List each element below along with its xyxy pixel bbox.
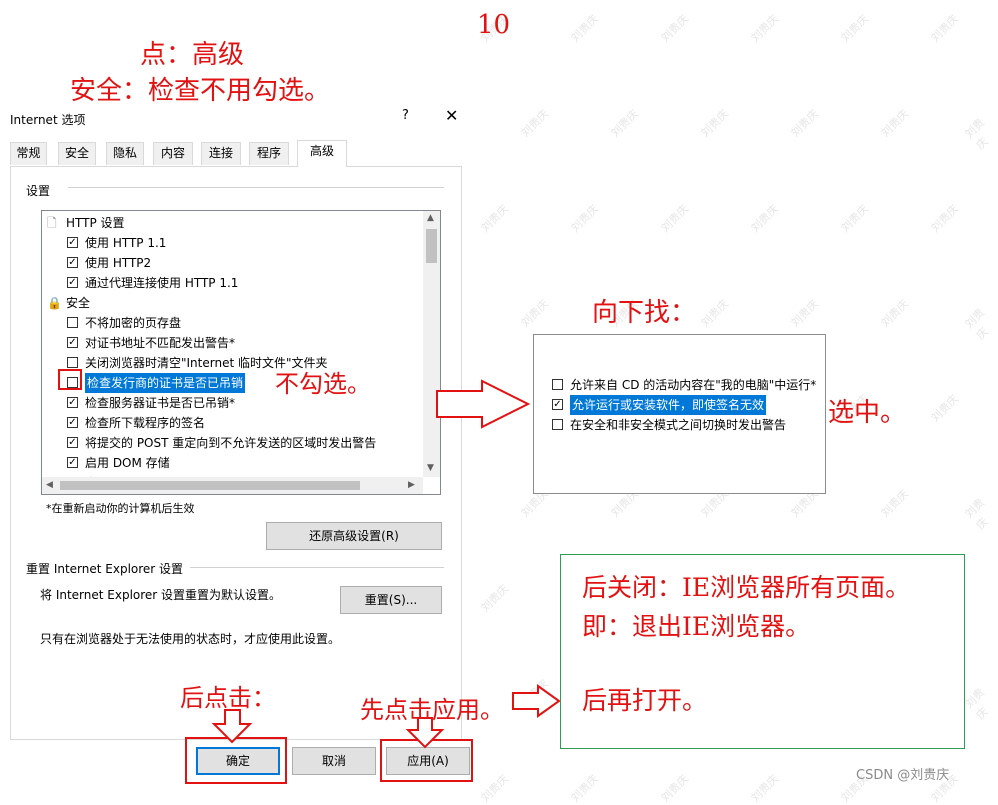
checkbox-unchecked[interactable] — [552, 379, 563, 390]
right-arrow-icon — [436, 379, 531, 429]
annotation-select: 选中。 — [828, 398, 907, 428]
down-arrow-icon — [211, 709, 253, 744]
instruction-box: 后关闭：IE浏览器所有页面。 即：退出IE浏览器。 后再打开。 — [560, 554, 965, 749]
settings-popup: 允许来自 CD 的活动内容在"我的电脑"中运行* ✓ 允许运行或安装软件，即使签名无… — [533, 334, 826, 494]
right-arrow-icon-small — [512, 684, 561, 718]
popup-setting-label: 允许来自 CD 的活动内容在"我的电脑"中运行* — [570, 378, 817, 392]
popup-setting-label: 允许运行或安装软件，即使签名无效 — [570, 395, 767, 415]
down-arrow-icon-apply — [405, 717, 445, 749]
annotation-exit-ie: 即：退出IE浏览器。 — [582, 612, 811, 641]
checkbox-unchecked[interactable] — [552, 419, 563, 430]
annotation-reopen: 后再打开。 — [582, 686, 708, 715]
annotation-scroll-down: 向下找： — [592, 298, 697, 328]
tab-advanced[interactable]: 高级 — [297, 140, 347, 167]
annotation-close-all: 后关闭：IE浏览器所有页面。 — [582, 573, 911, 602]
popup-setting-label: 在安全和非安全模式之间切换时发出警告 — [570, 418, 787, 432]
checkbox-checked[interactable]: ✓ — [552, 399, 563, 410]
csdn-watermark: CSDN @刘贵庆 — [856, 768, 950, 783]
